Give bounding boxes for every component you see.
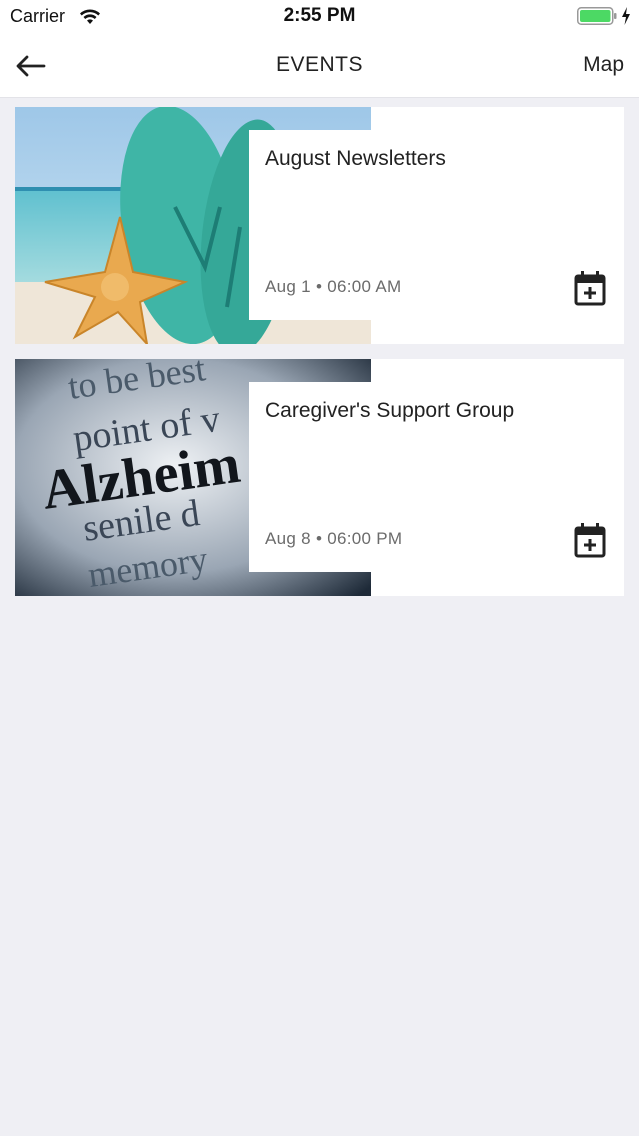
add-to-calendar-button[interactable]: [573, 522, 607, 558]
status-time: 2:55 PM: [283, 5, 356, 26]
event-info-panel: August Newsletters Aug 1 • 06:00 AM: [249, 130, 624, 320]
calendar-add-icon: [574, 271, 606, 306]
status-bar: Carrier 2:55 PM: [0, 0, 639, 34]
map-button[interactable]: Map: [583, 53, 624, 77]
calendar-add-icon: [574, 523, 606, 558]
event-title: Caregiver's Support Group: [265, 399, 515, 422]
event-title: August Newsletters: [265, 147, 446, 170]
event-card[interactable]: August Newsletters Aug 1 • 06:00 AM: [15, 107, 624, 344]
page-title: EVENTS: [275, 53, 364, 76]
event-date: Aug 1 • 06:00 AM: [265, 277, 402, 296]
add-to-calendar-button[interactable]: [573, 270, 607, 306]
back-button[interactable]: [14, 50, 54, 82]
arrow-left-icon: [16, 55, 46, 77]
event-info-panel: Caregiver's Support Group Aug 8 • 06:00 …: [249, 382, 624, 572]
event-card[interactable]: to be best point of v Alzheim senile d m…: [15, 359, 624, 596]
event-date: Aug 8 • 06:00 PM: [265, 529, 403, 548]
charging-bolt-icon: [622, 7, 630, 25]
nav-bar: EVENTS Map: [0, 34, 639, 98]
battery-icon: [577, 7, 617, 25]
